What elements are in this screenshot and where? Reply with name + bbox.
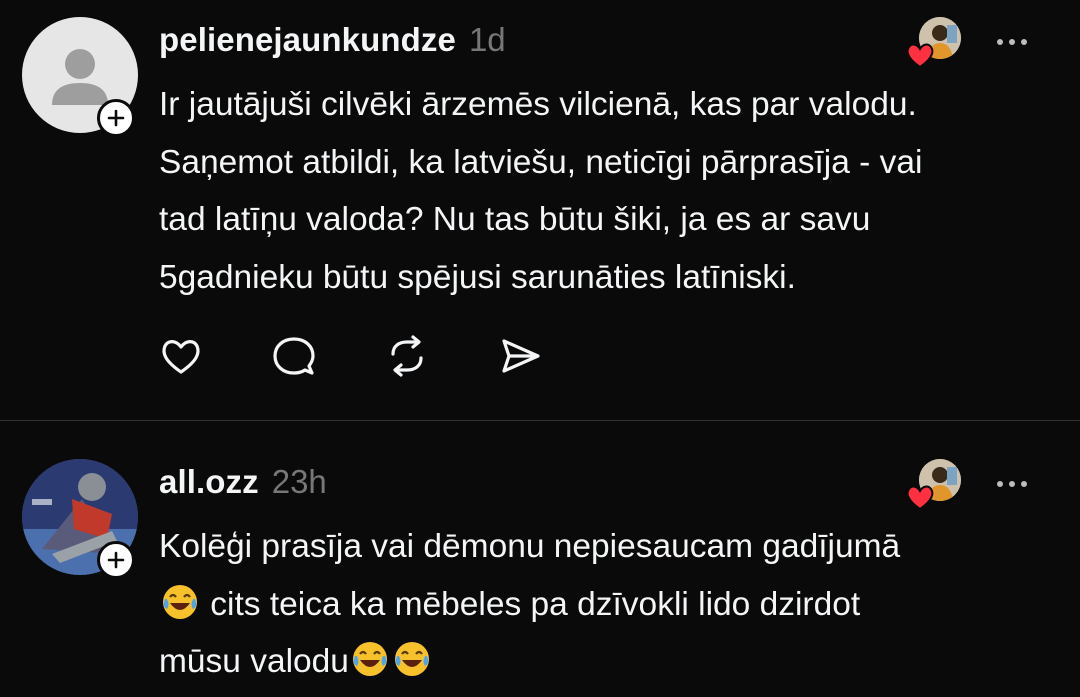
tears-of-joy-emoji-icon bbox=[352, 642, 387, 676]
post-text: Kolēģi prasīja vai dēmonu nepiesaucam ga… bbox=[159, 518, 1049, 691]
heart-icon bbox=[906, 485, 934, 511]
timestamp[interactable]: 1d bbox=[469, 21, 506, 59]
repost-button[interactable] bbox=[384, 333, 430, 379]
post-text-line: mūsu valodu bbox=[159, 643, 349, 680]
liked-by-indicator[interactable] bbox=[905, 459, 965, 515]
username[interactable]: pelienejaunkundze bbox=[159, 21, 456, 59]
comment-icon bbox=[273, 337, 315, 375]
tears-of-joy-emoji-icon bbox=[163, 584, 197, 619]
post: pelienejaunkundze 1d Ir jautājuši cilvēk… bbox=[0, 0, 1080, 420]
username[interactable]: all.ozz bbox=[159, 463, 259, 501]
plus-icon bbox=[107, 109, 125, 127]
post-text-line: cits teica ka mēbeles pa dzīvokli lido d… bbox=[201, 585, 861, 623]
plus-icon bbox=[107, 551, 125, 569]
comment-button[interactable] bbox=[271, 333, 317, 379]
post-header: all.ozz 23h bbox=[159, 463, 327, 501]
action-bar bbox=[158, 333, 543, 379]
follow-button[interactable] bbox=[97, 541, 135, 579]
more-options-button[interactable] bbox=[997, 32, 1037, 52]
like-button[interactable] bbox=[158, 333, 204, 379]
more-options-button[interactable] bbox=[997, 474, 1037, 494]
post: all.ozz 23h Kolēģi prasīja vai dēmonu ne… bbox=[0, 421, 1080, 697]
heart-outline-icon bbox=[162, 340, 200, 374]
post-text: Ir jautājuši cilvēki ārzemēs vilcienā, k… bbox=[159, 86, 923, 296]
follow-button[interactable] bbox=[97, 99, 135, 137]
timestamp[interactable]: 23h bbox=[272, 463, 327, 501]
tears-of-joy-emoji-icon bbox=[394, 642, 429, 676]
liked-by-indicator[interactable] bbox=[905, 17, 965, 73]
repost-icon bbox=[391, 335, 423, 377]
post-text-line: Kolēģi prasīja vai dēmonu nepiesaucam ga… bbox=[159, 528, 901, 565]
share-icon bbox=[502, 339, 540, 373]
share-button[interactable] bbox=[497, 333, 543, 379]
post-header: pelienejaunkundze 1d bbox=[159, 21, 506, 59]
heart-icon bbox=[906, 43, 934, 69]
